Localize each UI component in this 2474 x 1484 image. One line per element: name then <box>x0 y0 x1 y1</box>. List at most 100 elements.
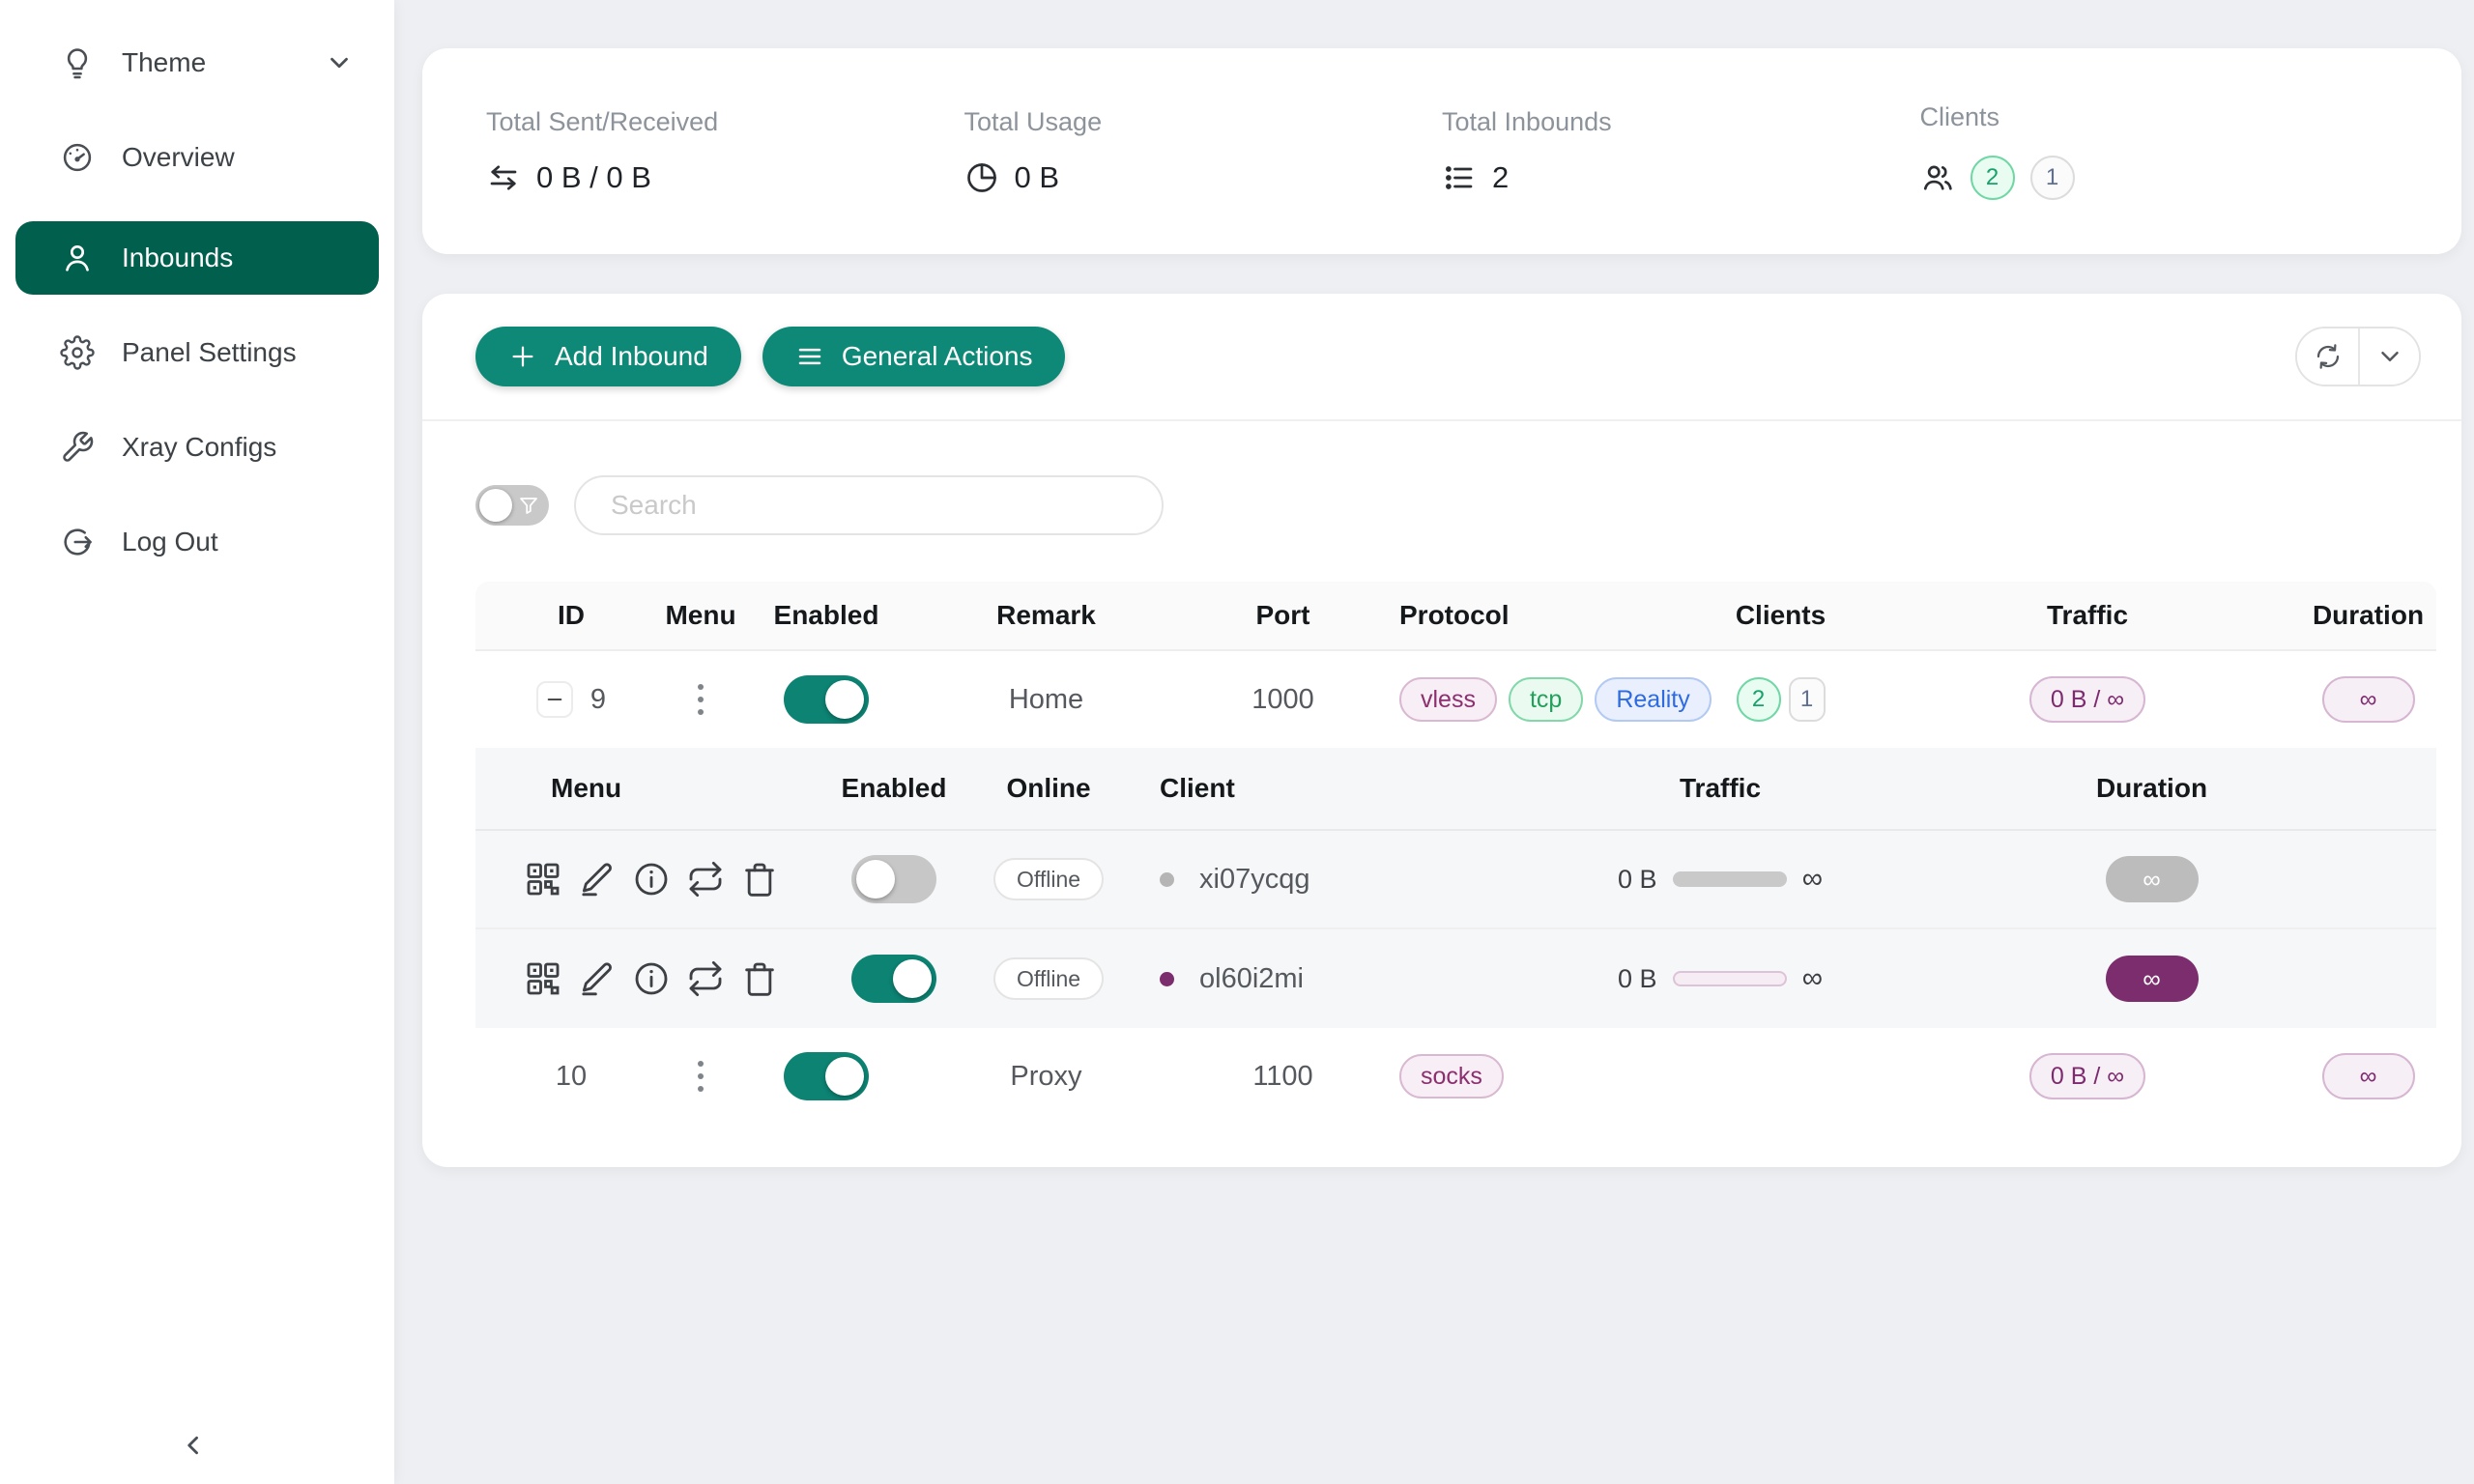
client-duration-badge: ∞ <box>2106 956 2199 1002</box>
toolbar: Add Inbound General Actions <box>422 294 2461 421</box>
search-input[interactable] <box>574 475 1164 535</box>
stat-total-sent-received: Total Sent/Received 0 B / 0 B <box>486 107 964 195</box>
qr-code-button[interactable] <box>522 957 564 1000</box>
sidebar-item-label: Inbounds <box>122 243 233 273</box>
delete-button[interactable] <box>738 957 781 1000</box>
inbound-remark: Proxy <box>1010 1061 1081 1093</box>
protocol-tag: socks <box>1399 1054 1504 1099</box>
sidebar-item-label: Xray Configs <box>122 432 276 463</box>
swap-arrows-icon <box>486 160 521 195</box>
filter-toggle[interactable] <box>475 485 549 526</box>
minus-icon <box>544 689 565 710</box>
collapse-row-button[interactable] <box>536 681 573 718</box>
stats-card: Total Sent/Received 0 B / 0 B Total Usag… <box>422 48 2461 254</box>
sidebar-item-inbounds[interactable]: Inbounds <box>15 221 379 295</box>
info-button[interactable] <box>630 858 673 900</box>
reset-traffic-button[interactable] <box>684 858 727 900</box>
delete-button[interactable] <box>738 858 781 900</box>
sidebar-item-theme[interactable]: Theme <box>15 32 379 94</box>
inbound-id: 10 <box>556 1061 587 1093</box>
reset-traffic-button[interactable] <box>684 957 727 1000</box>
traffic-progress-bar <box>1673 871 1787 887</box>
logout-icon <box>60 525 95 559</box>
sidebar-item-panel-settings[interactable]: Panel Settings <box>15 322 379 384</box>
sub-col-header-enabled: Enabled <box>842 773 947 804</box>
inbound-id: 9 <box>590 684 606 716</box>
sub-col-header-online: Online <box>1006 773 1090 804</box>
security-tag: Reality <box>1595 677 1711 722</box>
menu-lines-icon <box>795 342 824 371</box>
add-inbound-button[interactable]: Add Inbound <box>475 327 741 386</box>
traffic-tag: 0 B / ∞ <box>2029 1053 2145 1099</box>
sidebar-item-label: Log Out <box>122 527 218 557</box>
edit-button[interactable] <box>576 957 618 1000</box>
sidebar-collapse-button[interactable] <box>172 1424 215 1467</box>
col-header-port: Port <box>1256 600 1310 631</box>
table-row: 9 Home 1000 vless tcp Reality 2 1 <box>475 651 2436 748</box>
transport-tag: tcp <box>1509 677 1583 722</box>
client-status-dot <box>1160 972 1174 986</box>
table-header-row: ID Menu Enabled Remark Port Protocol Cli… <box>475 582 2436 651</box>
client-enabled-toggle[interactable] <box>851 955 936 1003</box>
sidebar: Theme Overview Inbounds Panel Settings <box>0 0 394 1484</box>
enabled-toggle[interactable] <box>784 675 869 724</box>
client-status-dot <box>1160 872 1174 887</box>
app-root: Theme Overview Inbounds Panel Settings <box>0 0 2474 1484</box>
edit-button[interactable] <box>576 858 618 900</box>
col-header-menu: Menu <box>665 600 735 631</box>
refresh-options-button[interactable] <box>2358 328 2419 385</box>
chevron-down-icon <box>325 48 354 77</box>
client-name: xi07ycqg <box>1199 864 1309 896</box>
duration-tag: ∞ <box>2322 1053 2415 1099</box>
client-traffic-used: 0 B <box>1618 964 1657 994</box>
client-row: Offline xi07ycqg 0 B ∞ ∞ <box>475 831 2436 929</box>
traffic-limit: ∞ <box>1802 962 1823 995</box>
inbounds-panel: Add Inbound General Actions <box>422 294 2461 1167</box>
protocol-tag: vless <box>1399 677 1497 722</box>
col-header-traffic: Traffic <box>2047 600 2128 631</box>
sidebar-item-label: Theme <box>122 47 206 78</box>
enabled-toggle[interactable] <box>784 1052 869 1100</box>
user-icon <box>60 241 95 275</box>
list-icon <box>1442 160 1477 195</box>
sidebar-item-overview[interactable]: Overview <box>15 127 379 188</box>
stat-total-inbounds: Total Inbounds 2 <box>1442 107 1920 195</box>
clients-deactivated-badge: 1 <box>2030 156 2075 200</box>
users-icon <box>1920 160 1955 195</box>
traffic-tag: 0 B / ∞ <box>2029 676 2145 723</box>
toggle-knob <box>479 489 512 522</box>
col-header-clients: Clients <box>1736 600 1826 631</box>
info-button[interactable] <box>630 957 673 1000</box>
traffic-progress-bar <box>1673 971 1787 986</box>
row-menu-button[interactable] <box>684 1053 717 1099</box>
sub-col-header-duration: Duration <box>2096 773 2207 804</box>
stat-label: Total Sent/Received <box>486 107 964 137</box>
stat-label: Total Inbounds <box>1442 107 1920 137</box>
sidebar-item-xray-configs[interactable]: Xray Configs <box>15 416 379 478</box>
stat-label: Clients <box>1920 102 2399 132</box>
stat-value: 0 B <box>1015 160 1060 195</box>
qr-code-button[interactable] <box>522 858 564 900</box>
sub-col-header-client: Client <box>1121 773 1235 804</box>
dashboard-icon <box>60 140 95 175</box>
refresh-control <box>2295 327 2421 386</box>
stat-value: 2 <box>1492 160 1509 195</box>
refresh-button[interactable] <box>2297 328 2358 385</box>
sub-col-header-menu: Menu <box>522 773 621 804</box>
general-actions-label: General Actions <box>842 341 1033 372</box>
sidebar-item-log-out[interactable]: Log Out <box>15 511 379 573</box>
lightbulb-icon <box>60 45 95 80</box>
client-row: Offline ol60i2mi 0 B ∞ ∞ <box>475 929 2436 1028</box>
client-traffic-used: 0 B <box>1618 865 1657 895</box>
add-inbound-label: Add Inbound <box>555 341 708 372</box>
search-row <box>422 421 2461 535</box>
row-menu-button[interactable] <box>684 676 717 723</box>
sidebar-item-label: Panel Settings <box>122 337 297 368</box>
inbound-port: 1100 <box>1252 1061 1312 1093</box>
clients-online-badge: 2 <box>1971 156 2015 200</box>
general-actions-button[interactable]: General Actions <box>762 327 1066 386</box>
client-enabled-toggle[interactable] <box>851 855 936 903</box>
sub-table-header-row: Menu Enabled Online Client Traffic Durat… <box>475 748 2436 831</box>
client-name: ol60i2mi <box>1199 963 1304 995</box>
sub-col-header-traffic: Traffic <box>1680 773 1761 804</box>
